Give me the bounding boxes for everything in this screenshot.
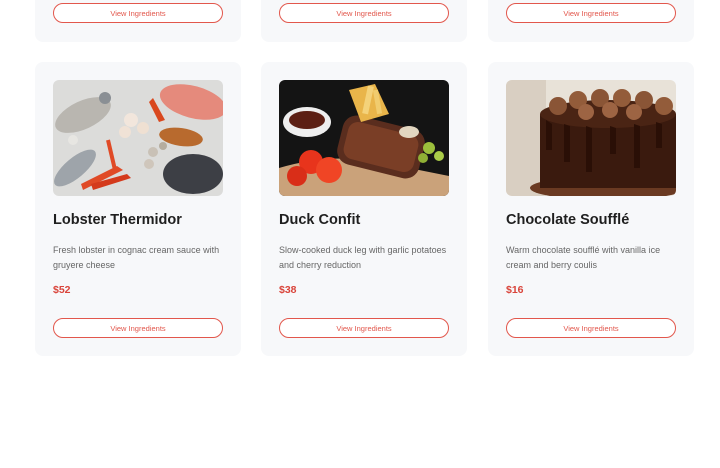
menu-card-duck-confit: Duck Confit Slow-cooked duck leg with ga… [261,62,467,356]
dish-price: $16 [506,284,524,296]
view-ingredients-button[interactable]: View Ingredients [506,318,676,338]
view-ingredients-button[interactable]: View Ingredients [279,3,449,23]
dish-price: $38 [279,284,297,296]
menu-card-chocolate-souffle: Chocolate Soufflé Warm chocolate soufflé… [488,62,694,356]
view-ingredients-button[interactable]: View Ingredients [279,318,449,338]
dish-description: Warm chocolate soufflé with vanilla ice … [506,245,661,270]
dish-title: Duck Confit [279,212,361,228]
dish-title: Chocolate Soufflé [506,212,630,228]
dish-image-chocolate-cake [506,80,676,196]
menu-card: View Ingredients [261,0,467,42]
menu-grid: View Ingredients View Ingredients View I… [0,0,720,468]
dish-description: Slow-cooked duck leg with garlic potatoe… [279,245,447,270]
dish-description: Fresh lobster in cognac cream sauce with… [53,245,220,270]
menu-card-lobster-thermidor: Lobster Thermidor Fresh lobster in cogna… [35,62,241,356]
dish-image-ribs [279,80,449,196]
dish-price: $52 [53,284,71,296]
view-ingredients-button[interactable]: View Ingredients [53,318,223,338]
dish-title: Lobster Thermidor [53,212,182,228]
menu-card: View Ingredients [488,0,694,42]
view-ingredients-button[interactable]: View Ingredients [53,3,223,23]
view-ingredients-button[interactable]: View Ingredients [506,3,676,23]
menu-card: View Ingredients [35,0,241,42]
dish-image-seafood [53,80,223,196]
